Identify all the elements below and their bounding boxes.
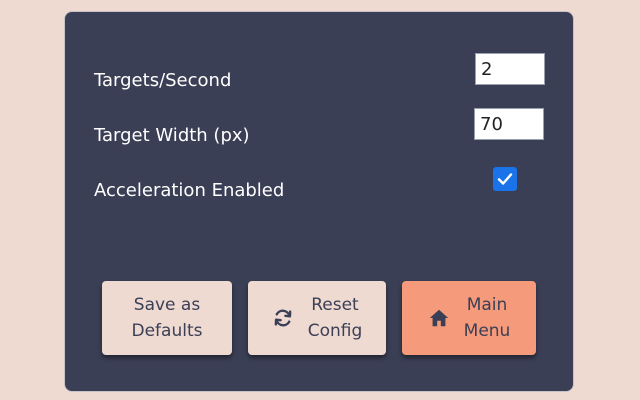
reset-config-label: Reset Config — [307, 295, 363, 341]
targets-per-second-label: Targets/Second — [94, 70, 232, 91]
main-menu-button[interactable]: Main Menu — [402, 281, 536, 355]
settings-panel: Targets/Second Target Width (px) Acceler… — [64, 11, 574, 392]
targets-per-second-input[interactable] — [475, 53, 545, 85]
main-menu-label: Main Menu — [463, 295, 511, 341]
save-as-defaults-button[interactable]: Save as Defaults — [102, 281, 232, 355]
acceleration-enabled-checkbox[interactable] — [493, 167, 517, 191]
checkmark-icon — [497, 173, 513, 185]
target-width-input[interactable] — [474, 108, 544, 140]
refresh-icon — [272, 307, 294, 329]
reset-config-button[interactable]: Reset Config — [248, 281, 386, 355]
target-width-label: Target Width (px) — [94, 125, 250, 146]
save-as-defaults-label: Save as Defaults — [131, 295, 203, 341]
home-icon — [428, 307, 450, 329]
acceleration-enabled-label: Acceleration Enabled — [94, 180, 285, 201]
